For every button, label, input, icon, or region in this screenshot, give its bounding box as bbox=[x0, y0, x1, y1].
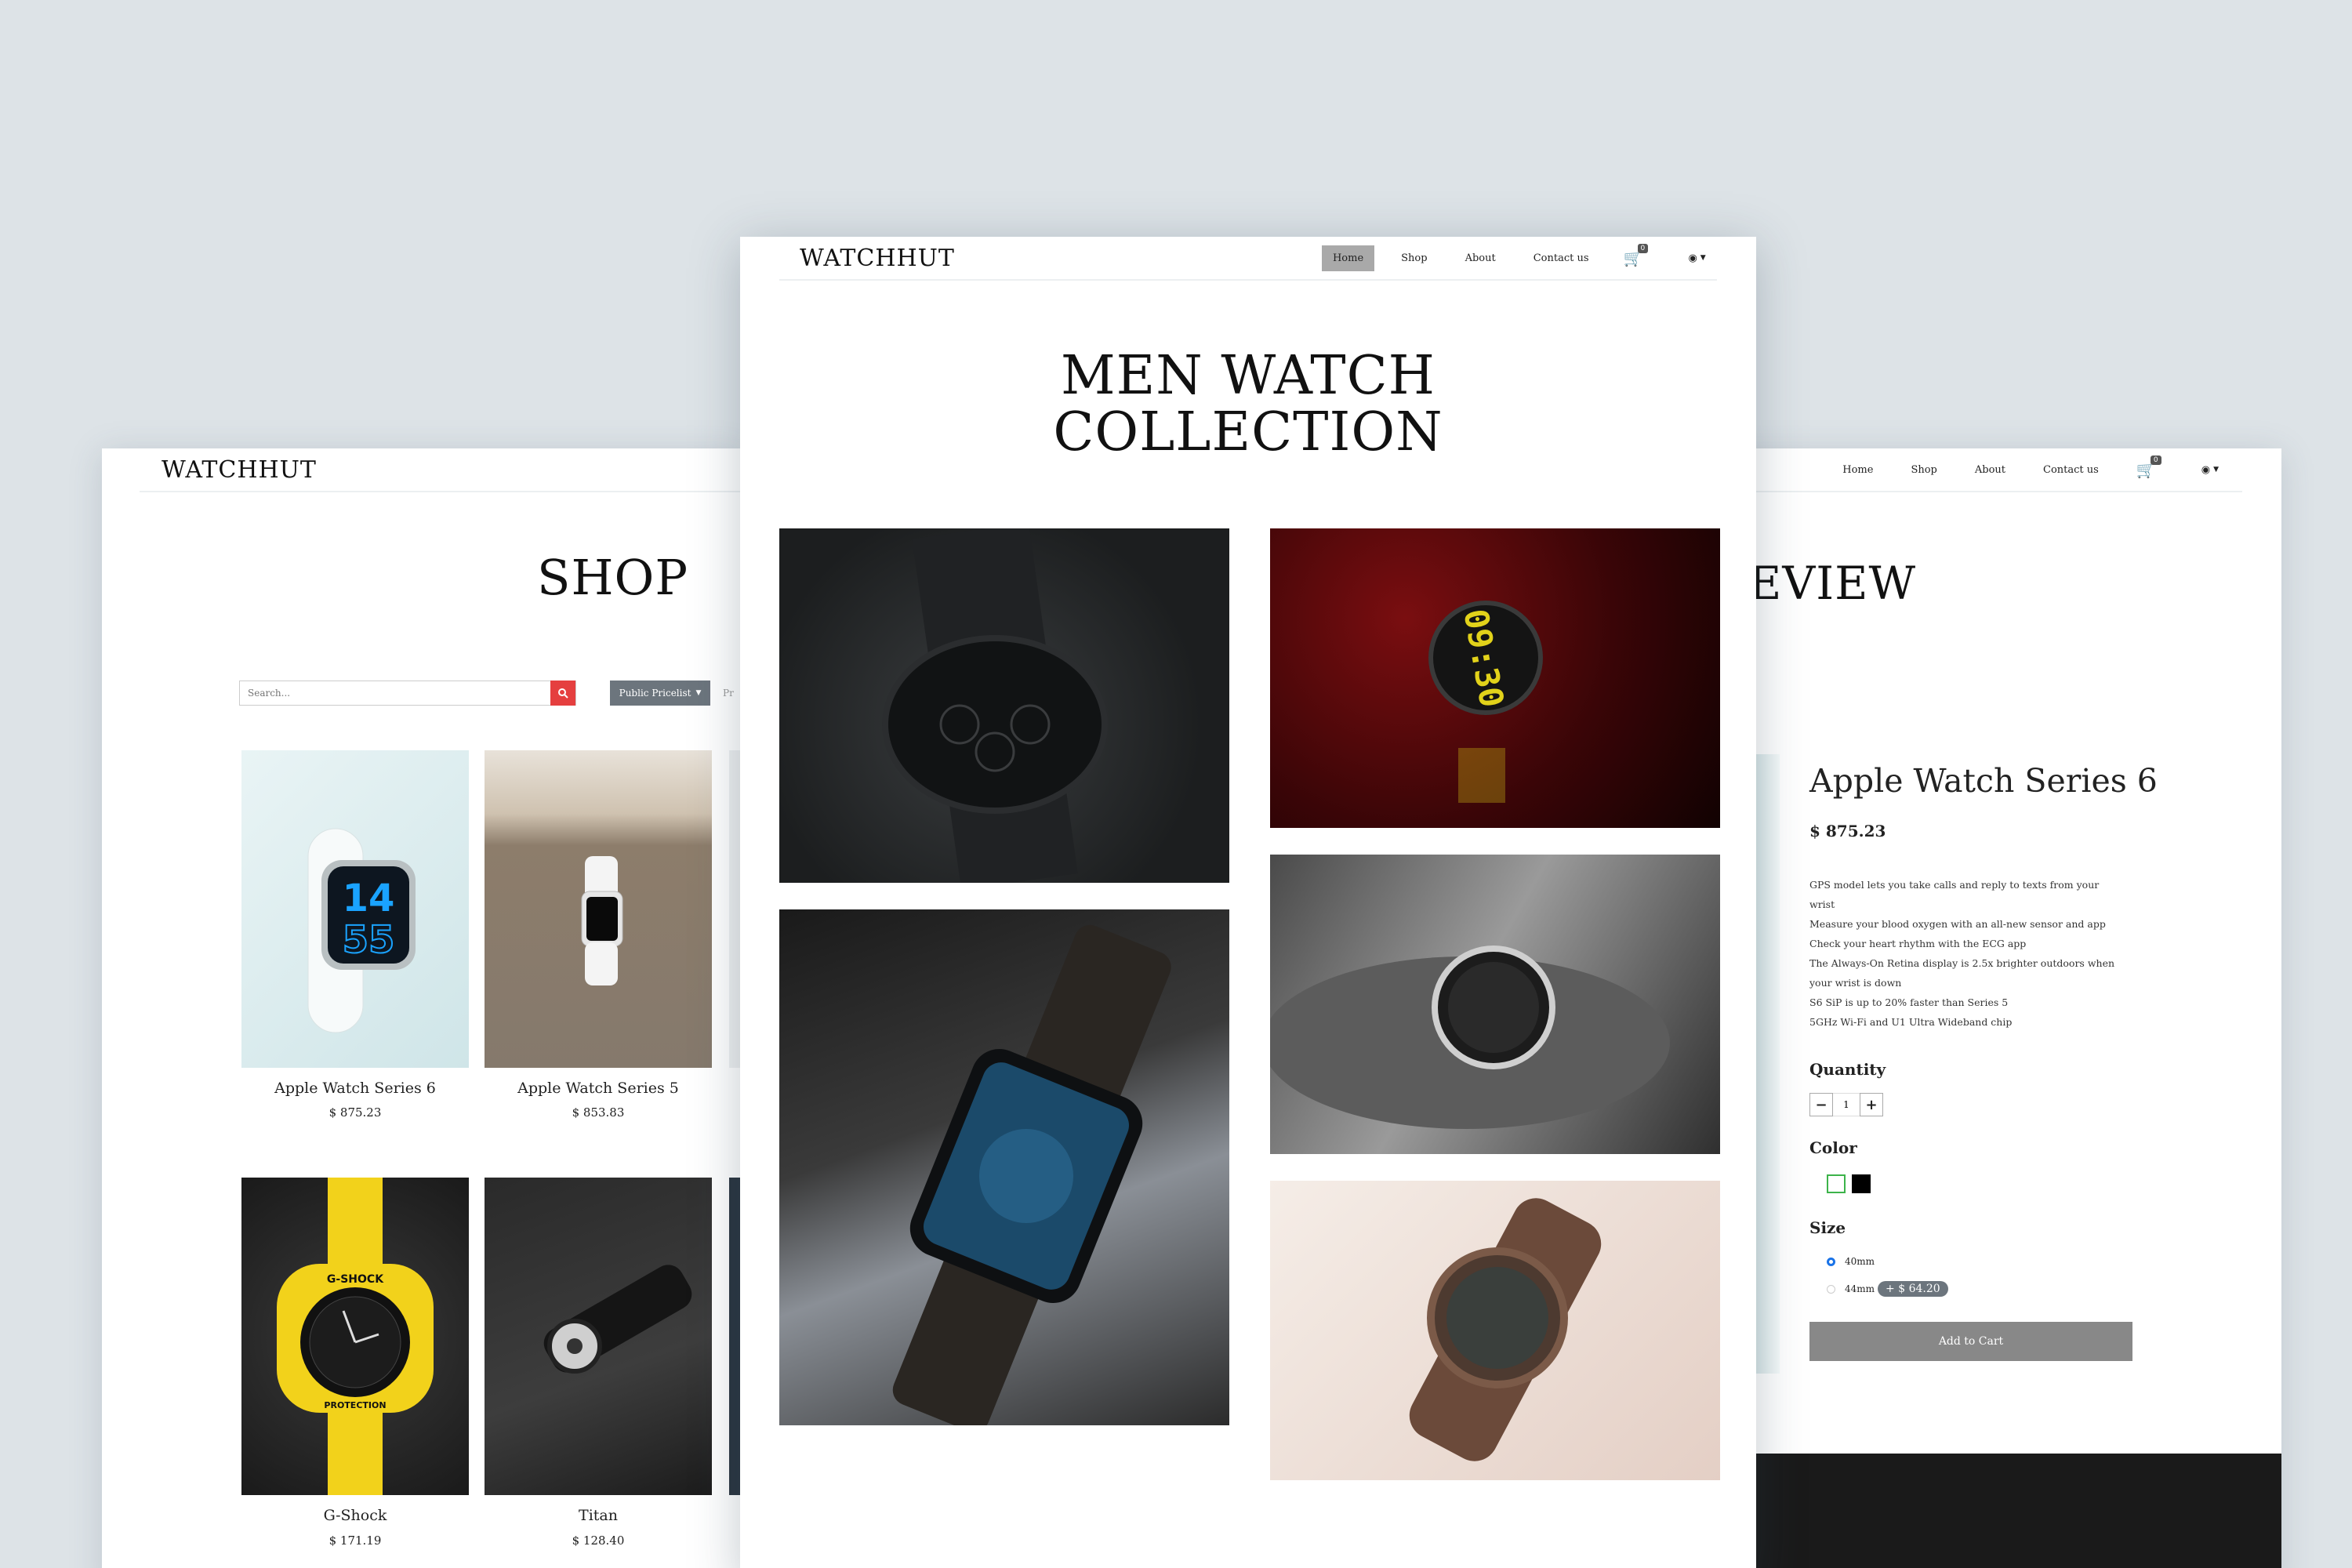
nav-shop[interactable]: Shop bbox=[1390, 245, 1438, 271]
gallery-image-dark-chronograph[interactable] bbox=[779, 528, 1229, 883]
quantity-decrease-button[interactable]: − bbox=[1809, 1093, 1833, 1116]
nav-home[interactable]: Home bbox=[1321, 245, 1375, 271]
shop-search-bar bbox=[239, 681, 576, 706]
color-swatch-white[interactable] bbox=[1827, 1174, 1846, 1193]
description-line: wrist bbox=[1809, 898, 1835, 910]
product-image-edge bbox=[1756, 754, 1780, 1374]
watch-illustration bbox=[1270, 946, 1670, 1129]
radio-unselected[interactable] bbox=[1827, 1284, 1835, 1294]
brand-logo[interactable]: WATCHHUT bbox=[800, 245, 955, 272]
search-input[interactable] bbox=[240, 681, 550, 705]
watch-illustration: G-SHOCK PROTECTION bbox=[277, 1178, 434, 1495]
radio-selected[interactable] bbox=[1827, 1257, 1835, 1266]
filter-stub[interactable]: Pr bbox=[723, 688, 734, 699]
product-page-window: Home Shop About Contact us 🛒 0 ◉ ▼ EVIEW… bbox=[1678, 448, 2281, 1568]
quantity-stepper: − + bbox=[1809, 1093, 1883, 1116]
search-icon bbox=[558, 688, 568, 699]
product-description: GPS model lets you take calls and reply … bbox=[1809, 875, 2134, 1032]
nav-about[interactable]: About bbox=[1454, 245, 1507, 271]
search-button[interactable] bbox=[550, 681, 575, 706]
description-line: The Always-On Retina display is 2.5x bri… bbox=[1809, 957, 2115, 969]
product-image-apple-watch-5[interactable] bbox=[485, 750, 712, 1068]
nav-contact[interactable]: Contact us bbox=[2032, 457, 2110, 483]
nav-home[interactable]: Home bbox=[1831, 457, 1884, 483]
watch-illustration bbox=[1409, 1198, 1602, 1461]
product-price: $ 875.23 bbox=[1809, 822, 1886, 840]
product-image-g-shock[interactable]: G-SHOCK PROTECTION bbox=[241, 1178, 469, 1495]
gallery-image-digital-watch-red[interactable]: 09:30 bbox=[1270, 528, 1720, 828]
user-icon: ◉ bbox=[2201, 463, 2211, 476]
description-line: S6 SiP is up to 20% faster than Series 5 bbox=[1809, 996, 2009, 1008]
pricelist-label: Public Pricelist bbox=[619, 688, 691, 699]
color-options bbox=[1827, 1174, 1871, 1193]
product-name: Apple Watch Series 6 bbox=[1809, 762, 2158, 800]
user-menu[interactable]: ◉ ▼ bbox=[1688, 252, 1705, 264]
gshock-brand-text: G-SHOCK bbox=[327, 1273, 384, 1286]
watch-time-bottom: 55 bbox=[343, 918, 395, 962]
product-price: $ 875.23 bbox=[328, 1105, 382, 1120]
product-name[interactable]: Titan bbox=[485, 1507, 712, 1524]
quantity-input[interactable] bbox=[1833, 1093, 1860, 1116]
add-to-cart-button[interactable]: Add to Cart bbox=[1809, 1322, 2132, 1361]
chevron-down-icon: ▼ bbox=[1700, 254, 1706, 262]
gallery-image-wooden-watch[interactable] bbox=[1270, 1181, 1720, 1480]
watch-time-top: 14 bbox=[343, 877, 395, 920]
product-price: $ 128.40 bbox=[572, 1534, 625, 1548]
nav-shop[interactable]: Shop bbox=[1900, 457, 1947, 483]
product-name[interactable]: Apple Watch Series 6 bbox=[241, 1080, 469, 1097]
shop-title: SHOP bbox=[537, 549, 689, 606]
collection-title-line2: COLLECTION bbox=[1053, 401, 1443, 463]
gallery-image-wrist-bw[interactable] bbox=[1270, 855, 1720, 1154]
watch-illustration: 14 55 bbox=[307, 828, 416, 1033]
description-line: Check your heart rhythm with the ECG app bbox=[1809, 938, 2027, 949]
quantity-label: Quantity bbox=[1809, 1060, 1886, 1079]
product-price: $ 853.83 bbox=[572, 1105, 625, 1120]
product-image-apple-watch-6[interactable]: 14 55 bbox=[241, 750, 469, 1068]
shop-navbar: WATCHHUT Home Shop bbox=[140, 448, 745, 492]
user-menu[interactable]: ◉ ▼ bbox=[2201, 464, 2219, 476]
size-option[interactable]: 44mm + $ 64.20 bbox=[1827, 1281, 1948, 1297]
user-icon: ◉ bbox=[1688, 252, 1697, 264]
nav-contact[interactable]: Contact us bbox=[1523, 245, 1600, 271]
pricelist-dropdown[interactable]: Public Pricelist ▼ bbox=[610, 681, 710, 706]
size-option-label: 44mm bbox=[1845, 1283, 1875, 1294]
footer-dark-band bbox=[1678, 1454, 2281, 1568]
description-line: GPS model lets you take calls and reply … bbox=[1809, 879, 2100, 891]
brand-logo[interactable]: WATCHHUT bbox=[162, 456, 317, 484]
color-swatch-black[interactable] bbox=[1852, 1174, 1871, 1193]
chevron-down-icon: ▼ bbox=[695, 689, 702, 697]
home-navbar: WATCHHUT Home Shop About Contact us 🛒 0 … bbox=[779, 237, 1717, 281]
size-label: Size bbox=[1809, 1218, 1846, 1237]
cart-button[interactable]: 🛒 0 bbox=[1624, 244, 1649, 267]
watch-illustration: 09:30 bbox=[1428, 601, 1543, 803]
cart-count: 0 bbox=[1637, 244, 1649, 253]
product-price: $ 171.19 bbox=[328, 1534, 382, 1548]
size-option[interactable]: 40mm bbox=[1827, 1256, 1875, 1267]
watch-illustration bbox=[882, 528, 1108, 883]
shop-page-window: WATCHHUT Home Shop SHOP Public Pricelist… bbox=[102, 448, 745, 1568]
size-option-label: 40mm bbox=[1845, 1256, 1875, 1267]
quantity-increase-button[interactable]: + bbox=[1860, 1093, 1883, 1116]
cart-button[interactable]: 🛒 0 bbox=[2136, 456, 2161, 479]
cart-count: 0 bbox=[2150, 456, 2161, 465]
watch-illustration bbox=[543, 1265, 692, 1374]
gallery-image-smartwatch-blue[interactable] bbox=[779, 909, 1229, 1425]
product-page-title-partial: EVIEW bbox=[1748, 557, 1917, 610]
product-image-titan[interactable] bbox=[485, 1178, 712, 1495]
product-name[interactable]: Apple Watch Series 5 bbox=[485, 1080, 712, 1097]
description-line: your wrist is down bbox=[1809, 977, 1902, 989]
chevron-down-icon: ▼ bbox=[2213, 466, 2219, 474]
home-page-window: WATCHHUT Home Shop About Contact us 🛒 0 … bbox=[740, 237, 1756, 1568]
price-extra-badge: + $ 64.20 bbox=[1878, 1281, 1948, 1297]
collection-title-line1: MEN WATCH bbox=[1061, 345, 1436, 407]
watch-illustration bbox=[581, 856, 623, 985]
nav-about[interactable]: About bbox=[1964, 457, 2016, 483]
product-name[interactable]: G-Shock bbox=[241, 1507, 469, 1524]
color-label: Color bbox=[1809, 1138, 1857, 1157]
description-line: 5GHz Wi-Fi and U1 Ultra Wideband chip bbox=[1809, 1016, 2013, 1028]
gshock-band-text: PROTECTION bbox=[324, 1400, 386, 1410]
watch-illustration bbox=[892, 924, 1171, 1425]
description-line: Measure your blood oxygen with an all-ne… bbox=[1809, 918, 2106, 930]
product-navbar: Home Shop About Contact us 🛒 0 ◉ ▼ bbox=[1678, 448, 2242, 492]
